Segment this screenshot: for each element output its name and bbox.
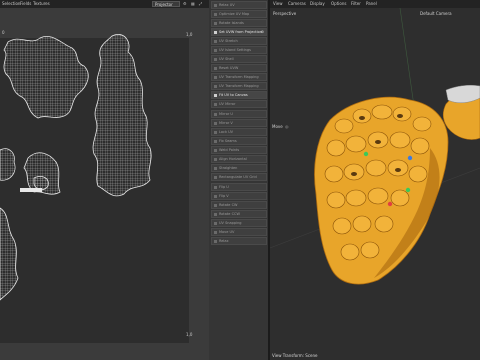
tool-button-22[interactable]: Flip V bbox=[211, 192, 267, 200]
uv-menu-textures[interactable]: Textures bbox=[33, 0, 50, 8]
uv-island-selected-strip bbox=[20, 188, 42, 192]
tool-button-10[interactable]: UV Transform Mapping bbox=[211, 82, 267, 90]
fit-uv-to-canvas-button[interactable]: Fit UV to Canvas bbox=[211, 91, 267, 99]
viewport-menu-cameras[interactable]: Cameras bbox=[288, 0, 306, 8]
tool-button-25[interactable]: UV Snapping bbox=[211, 219, 267, 227]
tool-icon bbox=[214, 230, 217, 234]
tool-button-5[interactable]: UV Stretch bbox=[211, 37, 267, 45]
tool-button-14[interactable]: Mirror V bbox=[211, 119, 267, 127]
viewport-menu-display[interactable]: Display bbox=[310, 0, 325, 8]
uv-tools-panel: Relax UV Optimize UV Map Rotate Islands … bbox=[209, 0, 269, 360]
tool-icon bbox=[214, 121, 217, 125]
corn-mesh bbox=[314, 96, 449, 285]
set-uvw-from-projection-button[interactable]: Set UVW from Projection ⚙ bbox=[211, 28, 267, 36]
uv-island-small-b bbox=[0, 148, 16, 181]
tool-button-3[interactable]: Rotate Islands bbox=[211, 19, 267, 27]
viewport-menu-filter[interactable]: Filter bbox=[351, 0, 361, 8]
tool-icon bbox=[214, 48, 217, 52]
settings-icon[interactable]: ⚙ bbox=[183, 0, 187, 8]
viewport-menu-view[interactable]: View bbox=[273, 0, 283, 8]
second-mesh bbox=[442, 84, 480, 140]
tool-icon bbox=[214, 157, 217, 161]
handle-blue bbox=[407, 155, 413, 161]
tool-button-7[interactable]: UV Shell bbox=[211, 55, 267, 63]
tool-icon bbox=[214, 139, 217, 143]
tool-icon bbox=[214, 221, 217, 225]
tool-button-18[interactable]: Align Horizontal bbox=[211, 155, 267, 163]
tool-button-17[interactable]: Weld Points bbox=[211, 146, 267, 154]
tool-button-24[interactable]: Rotate CCW bbox=[211, 210, 267, 218]
tool-icon bbox=[214, 12, 217, 16]
tool-button-13[interactable]: Mirror U bbox=[211, 110, 267, 118]
tool-button-6[interactable]: UV Island Settings bbox=[211, 46, 267, 54]
tool-icon bbox=[214, 175, 217, 179]
uv-editor-menubar: Selection Fields Textures Projector ⚙ ▦ … bbox=[0, 0, 209, 8]
tool-icon bbox=[214, 185, 217, 189]
expand-icon[interactable]: ⤢ bbox=[199, 0, 202, 8]
handle-green bbox=[363, 151, 369, 157]
tool-button-12[interactable]: UV Mirror bbox=[211, 100, 267, 108]
tool-icon bbox=[214, 130, 217, 134]
tool-icon bbox=[214, 166, 217, 170]
tool-icon bbox=[214, 84, 217, 88]
tool-button-26[interactable]: Move UV bbox=[211, 228, 267, 236]
tool-icon bbox=[214, 102, 217, 106]
tool-button-20[interactable]: Rectangulate UV Grid bbox=[211, 173, 267, 181]
tool-icon bbox=[214, 203, 217, 207]
tool-icon bbox=[214, 39, 217, 43]
uv-island-bottom-left bbox=[0, 207, 19, 301]
tool-button-8[interactable]: Reset UVW bbox=[211, 64, 267, 72]
tool-icon bbox=[214, 194, 217, 198]
tool-button-15[interactable]: Lock UV bbox=[211, 128, 267, 136]
3d-viewport[interactable]: Perspective Default Camera Move ◎ View T… bbox=[270, 8, 480, 360]
gear-icon[interactable]: ⚙ bbox=[261, 29, 264, 35]
tool-button-19[interactable]: Straighten bbox=[211, 164, 267, 172]
viewport-menu-panel[interactable]: Panel bbox=[366, 0, 377, 8]
second-mesh-wireframe bbox=[445, 84, 480, 103]
tool-button-2[interactable]: Optimize UV Map bbox=[211, 10, 267, 18]
handle-green-2 bbox=[405, 187, 411, 193]
viewport-scene bbox=[270, 8, 480, 285]
uv-islands bbox=[0, 34, 152, 301]
tool-icon bbox=[214, 66, 217, 70]
tool-button-23[interactable]: Rotate CW bbox=[211, 201, 267, 209]
projection-select[interactable]: Projector bbox=[152, 1, 180, 7]
grid-icon[interactable]: ▦ bbox=[191, 0, 195, 8]
tool-icon bbox=[214, 30, 217, 34]
viewport-status: View Transform: Scene bbox=[272, 353, 318, 358]
uv-menu-selection[interactable]: Selection bbox=[2, 0, 20, 8]
tool-icon bbox=[214, 3, 217, 7]
tool-button-27[interactable]: Relax bbox=[211, 237, 267, 245]
uv-editor-view[interactable]: 0 1,0 1,0 bbox=[0, 8, 209, 360]
viewport-menubar: View Cameras Display Options Filter Pane… bbox=[270, 0, 480, 8]
tool-button-1[interactable]: Relax UV bbox=[211, 1, 267, 9]
uv-island-small-c bbox=[33, 176, 49, 190]
tool-button-21[interactable]: Flip U bbox=[211, 183, 267, 191]
tool-icon bbox=[214, 57, 217, 61]
tool-icon bbox=[214, 148, 217, 152]
handle-red bbox=[387, 201, 393, 207]
uv-island-top-left bbox=[3, 36, 89, 119]
tool-icon bbox=[214, 93, 217, 97]
tool-icon bbox=[214, 212, 217, 216]
tool-icon bbox=[214, 112, 217, 116]
viewport-menu-options[interactable]: Options bbox=[331, 0, 346, 8]
uv-menu-fields[interactable]: Fields bbox=[20, 0, 31, 8]
tool-icon bbox=[214, 21, 217, 25]
tool-icon bbox=[214, 239, 217, 243]
uv-island-right bbox=[92, 34, 152, 197]
tool-button-9[interactable]: UV Transform Mapping bbox=[211, 73, 267, 81]
tool-icon bbox=[214, 75, 217, 79]
tool-button-16[interactable]: Fix Seams bbox=[211, 137, 267, 145]
